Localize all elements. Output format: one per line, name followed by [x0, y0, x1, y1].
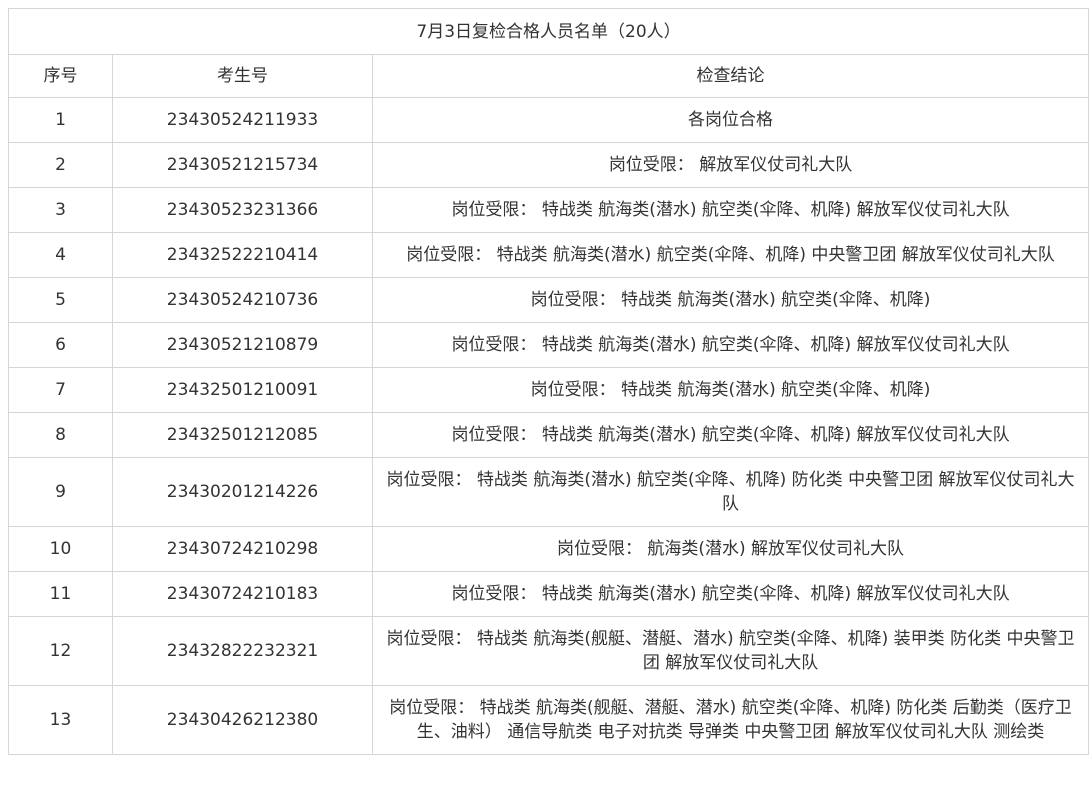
table-row: 8 23432501212085 岗位受限： 特战类 航海类(潜水) 航空类(伞降、… — [8, 412, 1090, 458]
row-result-cell: 岗位受限： 特战类 航海类(潜水) 航空类(伞降、机降) — [371, 367, 1090, 413]
table-row: 4 23432522210414 岗位受限： 特战类 航海类(潜水) 航空类(伞降、… — [8, 232, 1090, 278]
document-page: 7月3日复检合格人员名单（20人） 序号 考生号 检查结论 1 234305242… — [7, 8, 1090, 755]
table-row: 9 23430201214226 岗位受限： 特战类 航海类(潜水) 航空类(伞降、… — [8, 457, 1090, 527]
row-exam-id-cell: 23430524210736 — [112, 277, 373, 323]
row-result-cell: 岗位受限： 特战类 航海类(潜水) 航空类(伞降、机降) — [371, 277, 1090, 323]
row-result-cell: 岗位受限： 特战类 航海类(舰艇、潜艇、潜水) 航空类(伞降、机降) 装甲类 防… — [371, 616, 1090, 686]
row-result-cell: 岗位受限： 解放军仪仗司礼大队 — [371, 142, 1090, 188]
header-result: 检查结论 — [371, 54, 1090, 98]
row-result-cell: 岗位受限： 特战类 航海类(潜水) 航空类(伞降、机降) 防化类 中央警卫团 解… — [371, 457, 1090, 527]
row-result-cell: 岗位受限： 特战类 航海类(潜水) 航空类(伞降、机降) 解放军仪仗司礼大队 — [371, 571, 1090, 617]
row-exam-id-cell: 23430201214226 — [112, 457, 373, 527]
table-row: 2 23430521215734 岗位受限： 解放军仪仗司礼大队 — [8, 142, 1090, 188]
row-exam-id-cell: 23430521210879 — [112, 322, 373, 368]
row-exam-id-cell: 23432822232321 — [112, 616, 373, 686]
table-body: 1 23430524211933 各岗位合格 2 23430521215734 岗位受限：… — [8, 97, 1090, 755]
table-title: 7月3日复检合格人员名单（20人） — [7, 8, 1090, 55]
table-row: 13 23430426212380 岗位受限： 特战类 航海类(舰艇、潜艇、潜水) … — [8, 685, 1090, 755]
row-seq-cell: 4 — [8, 232, 113, 278]
row-exam-id-cell: 23432501210091 — [112, 367, 373, 413]
row-result-cell: 岗位受限： 特战类 航海类(潜水) 航空类(伞降、机降) 解放军仪仗司礼大队 — [371, 187, 1090, 233]
table-row: 11 23430724210183 岗位受限： 特战类 航海类(潜水) 航空类(伞降… — [8, 571, 1090, 617]
row-exam-id-cell: 23432522210414 — [112, 232, 373, 278]
table-row: 6 23430521210879 岗位受限： 特战类 航海类(潜水) 航空类(伞降、… — [8, 322, 1090, 368]
row-seq-cell: 5 — [8, 277, 113, 323]
row-exam-id-cell: 23432501212085 — [112, 412, 373, 458]
row-seq-cell: 6 — [8, 322, 113, 368]
row-seq-cell: 3 — [8, 187, 113, 233]
row-seq-cell: 8 — [8, 412, 113, 458]
row-exam-id-cell: 23430724210183 — [112, 571, 373, 617]
row-seq-cell: 12 — [8, 616, 113, 686]
row-seq-cell: 9 — [8, 457, 113, 527]
row-exam-id-cell: 23430426212380 — [112, 685, 373, 755]
header-exam-id: 考生号 — [112, 54, 373, 98]
row-result-cell: 岗位受限： 特战类 航海类(潜水) 航空类(伞降、机降) 中央警卫团 解放军仪仗… — [371, 232, 1090, 278]
row-exam-id-cell: 23430524211933 — [112, 97, 373, 143]
qualified-personnel-table: 7月3日复检合格人员名单（20人） 序号 考生号 检查结论 1 234305242… — [7, 8, 1090, 755]
row-result-cell: 岗位受限： 航海类(潜水) 解放军仪仗司礼大队 — [371, 526, 1090, 572]
table-row: 7 23432501210091 岗位受限： 特战类 航海类(潜水) 航空类(伞降、… — [8, 367, 1090, 413]
row-seq-cell: 7 — [8, 367, 113, 413]
row-seq-cell: 13 — [8, 685, 113, 755]
header-seq: 序号 — [8, 54, 113, 98]
row-seq-cell: 1 — [8, 97, 113, 143]
row-result-cell: 岗位受限： 特战类 航海类(潜水) 航空类(伞降、机降) 解放军仪仗司礼大队 — [371, 322, 1090, 368]
title-row: 7月3日复检合格人员名单（20人） — [7, 8, 1090, 55]
header-row: 序号 考生号 检查结论 — [8, 54, 1090, 98]
table-row: 12 23432822232321 岗位受限： 特战类 航海类(舰艇、潜艇、潜水) … — [8, 616, 1090, 686]
row-seq-cell: 2 — [8, 142, 113, 188]
row-exam-id-cell: 23430521215734 — [112, 142, 373, 188]
table-row: 5 23430524210736 岗位受限： 特战类 航海类(潜水) 航空类(伞降、… — [8, 277, 1090, 323]
table-row: 3 23430523231366 岗位受限： 特战类 航海类(潜水) 航空类(伞降、… — [8, 187, 1090, 233]
table-row: 1 23430524211933 各岗位合格 — [8, 97, 1090, 143]
row-result-cell: 岗位受限： 特战类 航海类(舰艇、潜艇、潜水) 航空类(伞降、机降) 防化类 后… — [371, 685, 1090, 755]
row-exam-id-cell: 23430724210298 — [112, 526, 373, 572]
row-exam-id-cell: 23430523231366 — [112, 187, 373, 233]
row-result-cell: 岗位受限： 特战类 航海类(潜水) 航空类(伞降、机降) 解放军仪仗司礼大队 — [371, 412, 1090, 458]
row-seq-cell: 10 — [8, 526, 113, 572]
row-seq-cell: 11 — [8, 571, 113, 617]
table-row: 10 23430724210298 岗位受限： 航海类(潜水) 解放军仪仗司礼大队 — [8, 526, 1090, 572]
row-result-cell: 各岗位合格 — [371, 97, 1090, 143]
